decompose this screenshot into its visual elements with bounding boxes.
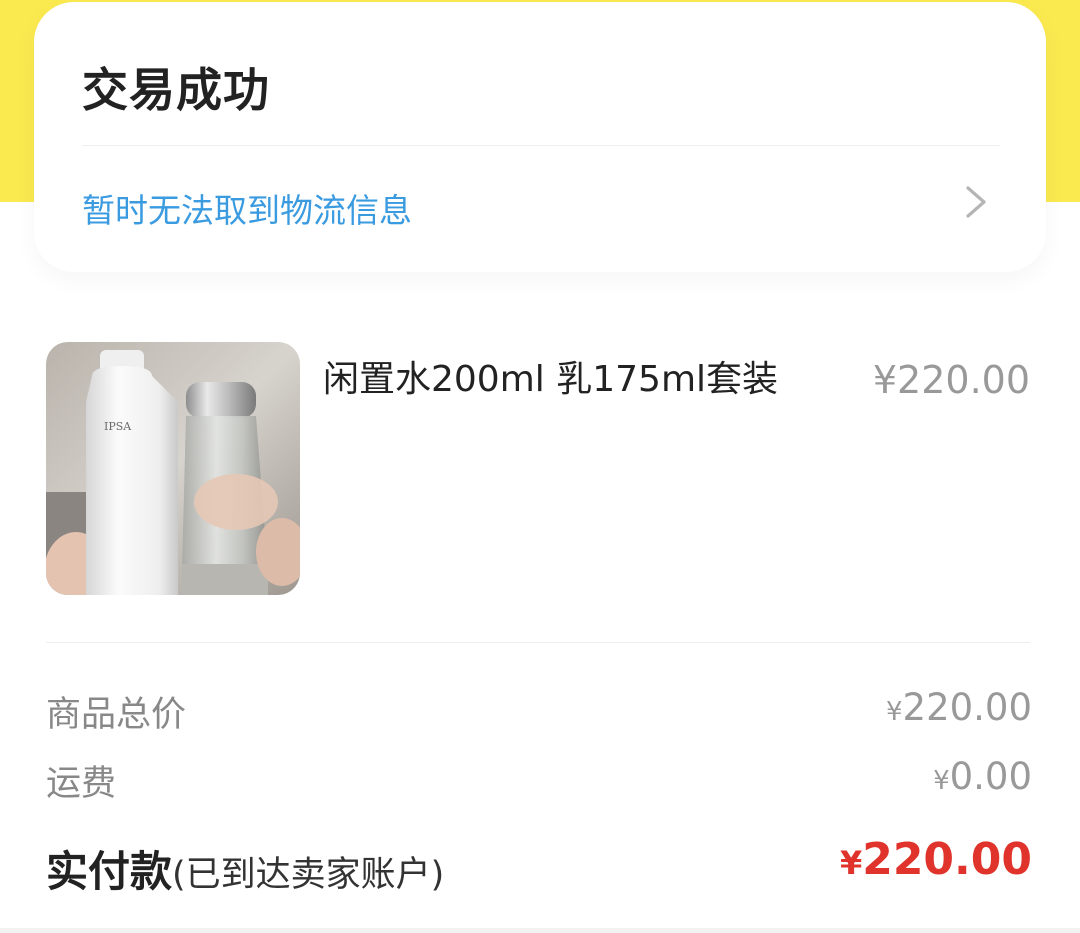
product-image[interactable]: IPSA <box>46 342 300 595</box>
order-detail-page: 交易成功 暂时无法取到物流信息 IPSA 闲置水200ml 乳175ml套装 ¥… <box>0 0 1080 933</box>
order-status-title: 交易成功 <box>82 63 270 117</box>
actual-payment-row: 实付款(已到达卖家账户) ¥220.00 <box>46 834 1032 899</box>
shipping-fee-amount: 0.00 <box>949 755 1032 798</box>
logistics-info-row[interactable]: 暂时无法取到物流信息 <box>34 146 1046 262</box>
shipping-fee-value: ¥0.00 <box>933 755 1032 798</box>
order-item-row[interactable]: IPSA 闲置水200ml 乳175ml套装 ¥220.00 <box>0 320 1080 620</box>
logistics-info-text: 暂时无法取到物流信息 <box>82 191 412 230</box>
shipping-fee-currency: ¥ <box>933 766 950 796</box>
goods-total-label: 商品总价 <box>46 695 187 735</box>
summary-divider <box>46 642 1030 643</box>
actual-payment-value: ¥220.00 <box>840 834 1032 885</box>
product-price: ¥220.00 <box>872 358 1030 402</box>
goods-total-amount: 220.00 <box>902 686 1032 729</box>
goods-total-row: 商品总价 ¥220.00 <box>46 686 1032 742</box>
bottom-separator <box>0 928 1080 933</box>
actual-payment-amount: 220.00 <box>862 834 1032 885</box>
product-photo-illustration: IPSA <box>46 342 300 595</box>
product-title[interactable]: 闲置水200ml 乳175ml套装 <box>323 350 778 402</box>
goods-total-currency: ¥ <box>885 697 903 727</box>
actual-payment-currency: ¥ <box>839 844 863 882</box>
bottle-brand-text: IPSA <box>104 420 132 433</box>
order-status-card: 交易成功 暂时无法取到物流信息 <box>34 2 1046 272</box>
shipping-fee-row: 运费 ¥0.00 <box>46 755 1032 811</box>
chevron-right-icon <box>966 186 986 218</box>
actual-payment-label: 实付款(已到达卖家账户) <box>46 838 444 899</box>
actual-payment-note: (已到达卖家账户) <box>172 855 445 895</box>
actual-payment-title: 实付款 <box>46 847 173 896</box>
shipping-fee-label: 运费 <box>46 764 117 804</box>
goods-total-value: ¥220.00 <box>886 686 1032 729</box>
